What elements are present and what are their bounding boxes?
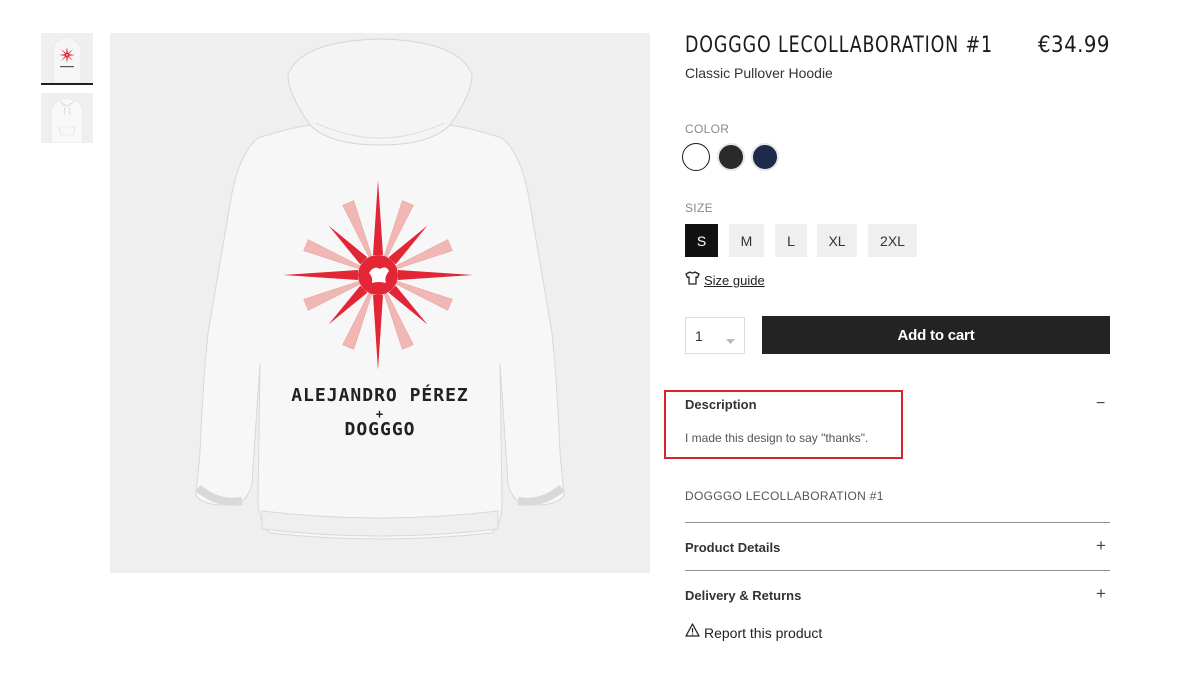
size-option-xl[interactable]: XL — [817, 224, 857, 257]
hoodie-print-line2: DOGGGO — [344, 419, 416, 440]
color-swatch-white[interactable] — [682, 143, 710, 171]
product-price: €34.99 — [1038, 33, 1110, 58]
thumbnail-back[interactable] — [41, 33, 93, 83]
description-product-name: DOGGGO LECOLLABORATION #1 — [685, 489, 884, 503]
product-title: DOGGGO LECOLLABORATION #1 — [685, 33, 993, 58]
description-heading[interactable]: Description — [685, 397, 757, 412]
thumbnail-active-indicator — [41, 83, 93, 85]
product-subtitle: Classic Pullover Hoodie — [685, 65, 833, 81]
accordion-product-details[interactable]: Product Details — [685, 540, 780, 555]
size-option-2xl[interactable]: 2XL — [868, 224, 917, 257]
color-label: COLOR — [685, 122, 730, 136]
description-text: I made this design to say "thanks". — [685, 431, 869, 445]
expand-icon[interactable]: + — [1096, 584, 1106, 604]
color-swatch-navy[interactable] — [751, 143, 779, 171]
quantity-value: 1 — [695, 327, 703, 344]
size-option-m[interactable]: M — [729, 224, 764, 257]
divider — [685, 522, 1110, 523]
report-product-label: Report this product — [704, 624, 823, 641]
hoodie-print-line1: ALEJANDRO PÉREZ — [291, 385, 469, 406]
size-guide-label: Size guide — [704, 273, 765, 288]
thumbnail-front[interactable] — [41, 93, 93, 143]
warning-icon — [685, 623, 700, 642]
size-label: SIZE — [685, 201, 713, 215]
add-to-cart-button[interactable]: Add to cart — [762, 316, 1110, 354]
divider — [685, 570, 1110, 571]
product-main-image[interactable]: ALEJANDRO PÉREZ + DOGGGO — [110, 33, 650, 573]
color-swatch-black[interactable] — [717, 143, 745, 171]
collapse-icon[interactable]: − — [1096, 395, 1105, 413]
quantity-select[interactable]: 1 — [685, 317, 745, 354]
report-product-link[interactable]: Report this product — [685, 623, 822, 642]
tshirt-icon — [685, 271, 700, 290]
size-option-l[interactable]: L — [775, 224, 807, 257]
expand-icon[interactable]: + — [1096, 536, 1106, 556]
accordion-delivery-returns[interactable]: Delivery & Returns — [685, 588, 801, 603]
size-guide-link[interactable]: Size guide — [685, 271, 765, 290]
size-option-s[interactable]: S — [685, 224, 718, 257]
chevron-down-icon — [726, 332, 735, 348]
